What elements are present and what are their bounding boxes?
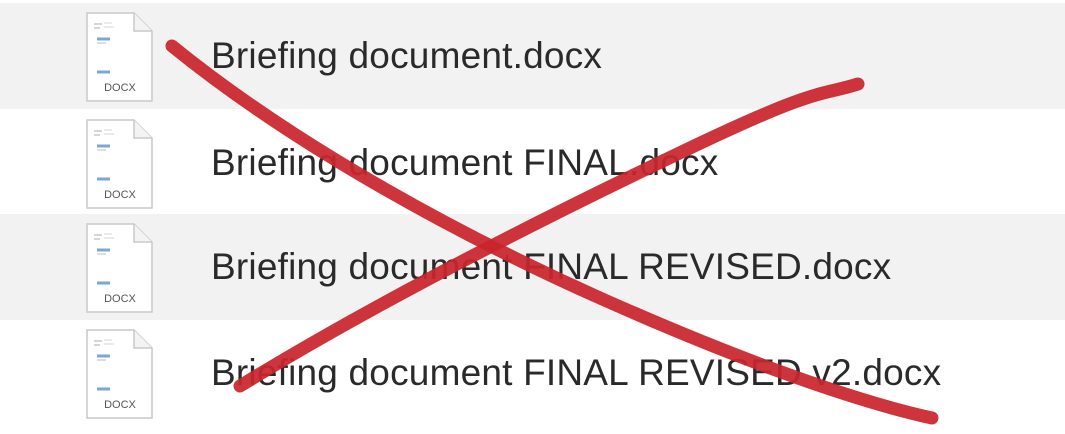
file-type-badge: DOCX — [104, 82, 136, 94]
file-list: DOCX Briefing document.docx DOCX Briefin… — [0, 0, 1065, 434]
docx-file-icon: DOCX — [86, 12, 153, 102]
file-name: Briefing document.docx — [211, 35, 603, 76]
docx-file-icon: DOCX — [86, 119, 153, 209]
docx-file-icon: DOCX — [86, 223, 153, 313]
docx-file-icon: DOCX — [86, 329, 153, 419]
file-row[interactable]: DOCX Briefing document.docx — [0, 3, 1065, 109]
file-type-badge: DOCX — [104, 293, 136, 305]
file-row[interactable]: DOCX Briefing document FINAL.docx — [0, 110, 1065, 216]
file-type-badge: DOCX — [104, 189, 136, 201]
file-name: Briefing document FINAL.docx — [211, 142, 719, 183]
file-name: Briefing document FINAL REVISED v2.docx — [211, 352, 942, 393]
file-row[interactable]: DOCX Briefing document FINAL REVISED.doc… — [0, 214, 1065, 320]
file-name: Briefing document FINAL REVISED.docx — [211, 246, 892, 287]
file-row[interactable]: DOCX Briefing document FINAL REVISED v2.… — [0, 320, 1065, 426]
file-type-badge: DOCX — [104, 399, 136, 411]
